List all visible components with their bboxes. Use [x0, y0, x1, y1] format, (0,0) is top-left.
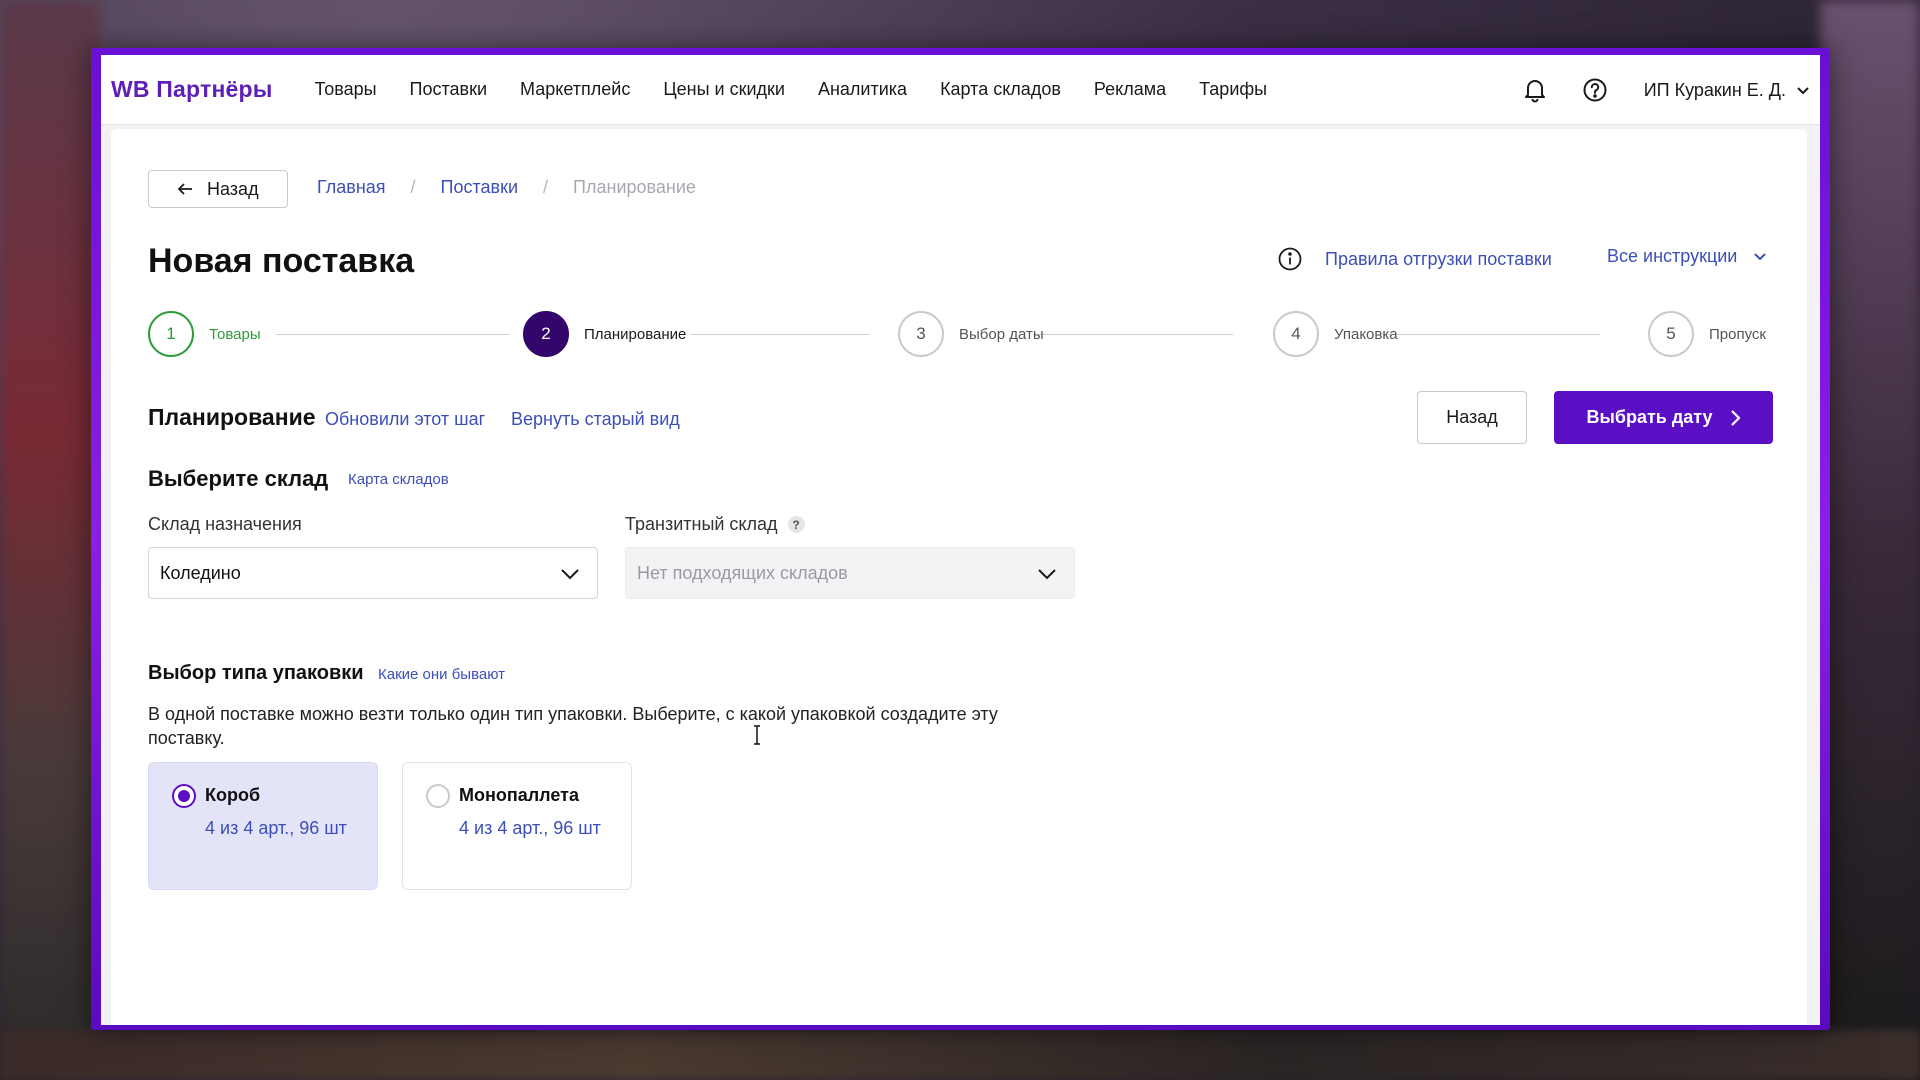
step-products[interactable]: 1 Товары [148, 311, 261, 357]
option-meta: 4 из 4 арт., 96 шт [205, 818, 347, 838]
page-title: Новая поставка [148, 242, 415, 280]
main-card: Назад Главная / Поставки / Планирование … [111, 129, 1807, 1025]
option-meta: 4 из 4 арт., 96 шт [459, 818, 601, 838]
section-title: Планирование [148, 404, 316, 430]
info-icon [1277, 246, 1303, 272]
radio-button[interactable] [172, 784, 196, 808]
nav-item-ads[interactable]: Реклама [1094, 79, 1166, 100]
step-number: 3 [898, 311, 944, 357]
all-instructions-dropdown[interactable]: Все инструкции [1607, 246, 1767, 267]
nav-right: ИП Куракин Е. Д. [1520, 55, 1820, 125]
step-label: Выбор даты [959, 325, 1044, 343]
logo[interactable]: WB Партнёры [111, 76, 273, 103]
dest-warehouse-label: Склад назначения [148, 514, 302, 534]
packaging-types-link[interactable]: Какие они бывают [378, 666, 505, 683]
user-name: ИП Куракин Е. Д. [1643, 79, 1786, 100]
step-connector [1380, 334, 1600, 335]
user-menu[interactable]: ИП Куракин Е. Д. [1644, 80, 1810, 101]
shipping-rules[interactable]: Правила отгрузки поставки [1277, 246, 1552, 272]
breadcrumb-current: Планирование [573, 177, 696, 197]
nav-item-supplies[interactable]: Поставки [410, 79, 488, 100]
background-blur-bottom [0, 1030, 1920, 1080]
chevron-right-icon [1729, 409, 1741, 427]
dest-warehouse-value: Коледино [160, 562, 241, 583]
step-number: 1 [148, 311, 194, 357]
nav-item-marketplace[interactable]: Маркетплейс [520, 79, 630, 100]
warehouse-map-link[interactable]: Карта складов [348, 471, 449, 488]
background-blur-right [1820, 0, 1920, 1080]
packaging-description: В одной поставке можно везти только один… [148, 704, 998, 748]
dest-warehouse-select[interactable]: Коледино [148, 547, 598, 599]
step-label: Товары [209, 325, 261, 343]
shipping-rules-link[interactable]: Правила отгрузки поставки [1325, 249, 1552, 270]
nav-item-warehouse-map[interactable]: Карта складов [940, 79, 1061, 100]
step-connector [1033, 334, 1233, 335]
breadcrumb-supplies[interactable]: Поставки [441, 177, 519, 198]
step-planning[interactable]: 2 Планирование [523, 311, 686, 357]
nav-item-products[interactable]: Товары [315, 79, 377, 100]
main-nav: Товары Поставки Маркетплейс Цены и скидк… [315, 79, 1301, 100]
step-label: Планирование [584, 325, 687, 343]
breadcrumb-separator: / [410, 177, 416, 197]
choose-date-label: Выбрать дату [1586, 407, 1713, 427]
back-button-label: Назад [207, 178, 259, 199]
bell-icon[interactable] [1520, 75, 1550, 105]
text-cursor-icon [752, 725, 762, 745]
transit-warehouse-select[interactable]: Нет подходящих складов [625, 547, 1075, 599]
step-label: Упаковка [1334, 325, 1398, 343]
arrow-left-icon [177, 182, 193, 196]
step-packaging[interactable]: 4 Упаковка [1273, 311, 1398, 357]
step-number: 5 [1648, 311, 1694, 357]
choose-date-button[interactable]: Выбрать дату [1554, 391, 1773, 444]
packaging-option-monopallet[interactable]: Монопаллета 4 из 4 арт., 96 шт [402, 762, 632, 890]
chevron-down-icon [1036, 563, 1058, 585]
help-icon[interactable]: ? [787, 516, 805, 533]
stepper: 1 Товары 2 Планирование 3 Выбор даты 4 У… [148, 311, 1784, 359]
chevron-down-icon [1796, 80, 1810, 101]
transit-warehouse-value: Нет подходящих складов [637, 562, 848, 583]
background-blur-left [0, 0, 100, 1080]
packaging-option-box[interactable]: Короб 4 из 4 арт., 96 шт [148, 762, 378, 890]
transit-warehouse-label-row: Транзитный склад ? [625, 514, 805, 535]
step-connector [276, 334, 510, 335]
help-circle-icon[interactable] [1580, 75, 1610, 105]
nav-item-tariffs[interactable]: Тарифы [1199, 79, 1267, 100]
radio-button[interactable] [426, 784, 450, 808]
breadcrumb: Главная / Поставки / Планирование [317, 177, 696, 198]
transit-warehouse-label: Транзитный склад [625, 514, 778, 534]
step-date[interactable]: 3 Выбор даты [898, 311, 1044, 357]
chevron-down-icon [1753, 252, 1767, 262]
step-connector [690, 334, 870, 335]
back-button[interactable]: Назад [148, 170, 288, 208]
packaging-title: Выбор типа упаковки [148, 662, 364, 684]
step-label: Пропуск [1709, 325, 1766, 343]
chevron-down-icon [559, 563, 581, 585]
option-name: Короб [205, 785, 261, 805]
breadcrumb-separator: / [543, 177, 549, 197]
all-instructions-label: Все инструкции [1607, 246, 1738, 266]
breadcrumb-home[interactable]: Главная [317, 177, 386, 198]
step-number: 4 [1273, 311, 1319, 357]
nav-item-prices[interactable]: Цены и скидки [663, 79, 785, 100]
back-step-button[interactable]: Назад [1417, 391, 1527, 444]
old-view-link[interactable]: Вернуть старый вид [511, 409, 680, 430]
updated-step-link[interactable]: Обновили этот шаг [325, 409, 485, 430]
warehouse-title: Выберите склад [148, 466, 329, 491]
option-name: Монопаллета [459, 785, 579, 805]
step-number: 2 [523, 311, 569, 357]
nav-item-analytics[interactable]: Аналитика [818, 79, 907, 100]
step-pass[interactable]: 5 Пропуск [1648, 311, 1766, 357]
top-navbar: WB Партнёры Товары Поставки Маркетплейс … [101, 55, 1820, 125]
app-screen: WB Партнёры Товары Поставки Маркетплейс … [101, 55, 1820, 1025]
